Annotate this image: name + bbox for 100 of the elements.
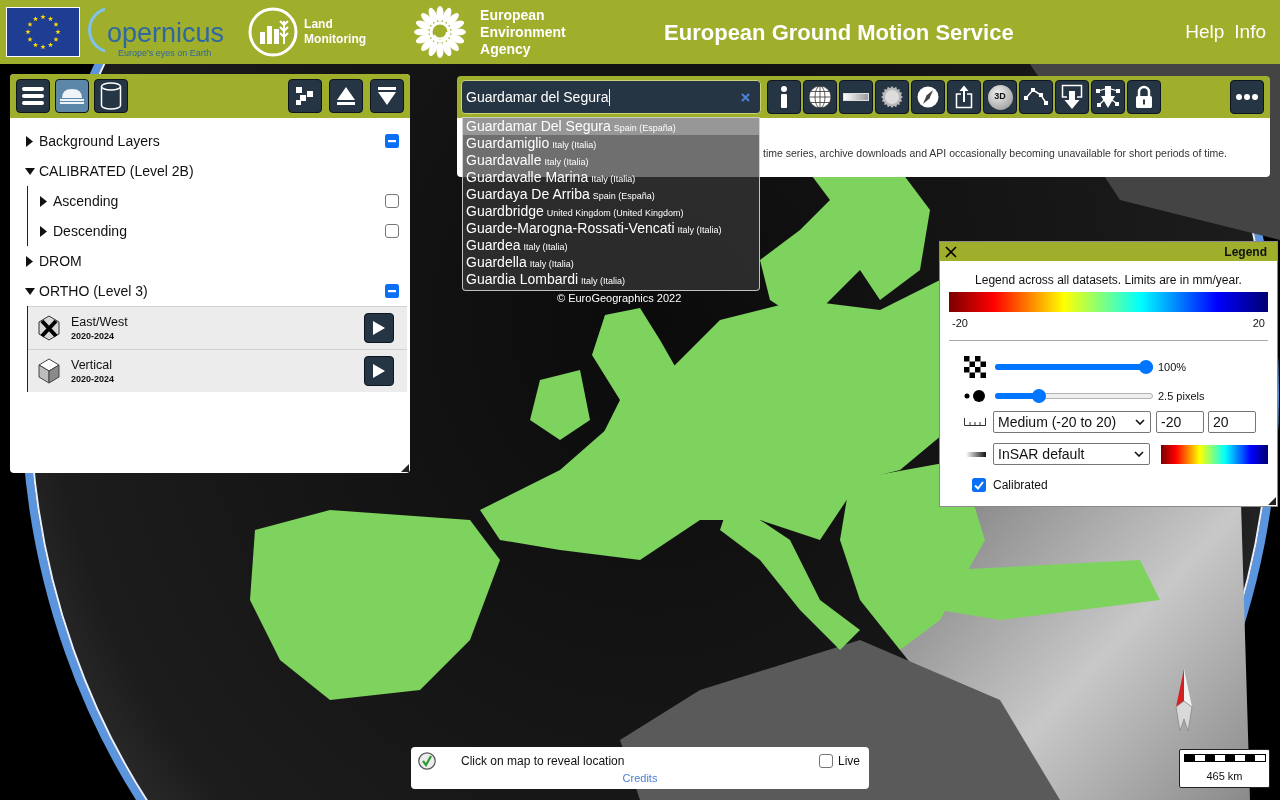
checkbox-label: Live [838, 752, 860, 770]
logo-text: Land Monitoring [304, 17, 368, 47]
slider-reading: 100% [1158, 359, 1187, 375]
slider-reading: 2.5 pixels [1158, 388, 1205, 404]
play-button[interactable] [364, 313, 394, 343]
info-icon [780, 86, 788, 108]
checkbox[interactable] [385, 284, 399, 298]
dataset-name: Vertical [71, 357, 113, 373]
more-icon [1236, 94, 1258, 100]
checkbox[interactable] [385, 224, 399, 238]
dataset-name: East/West [71, 314, 128, 330]
color-ramp-icon [1161, 444, 1268, 464]
menu-icon [22, 87, 44, 105]
dataset-row[interactable]: Vertical 2020-2024 [28, 349, 407, 392]
download-icon [1061, 84, 1083, 110]
legend-title: Legend [1224, 243, 1267, 261]
globe-icon [808, 85, 832, 109]
sunburst-icon [881, 86, 903, 108]
info-button[interactable] [767, 80, 801, 114]
chevron-down-icon [1134, 451, 1145, 457]
crescent-logo-icon [88, 6, 106, 54]
play-icon [373, 321, 385, 335]
caret-right-icon[interactable] [40, 195, 47, 207]
layer-group-label[interactable]: Background Layers [39, 130, 160, 152]
caret-down-icon[interactable] [24, 167, 35, 175]
bars-circle-logo-icon [248, 7, 299, 57]
suggestion-item[interactable]: Guardia Lombardi Italy (Italia) [463, 271, 759, 288]
slider-thumb[interactable] [1139, 360, 1153, 374]
palette-select[interactable]: InSAR default [993, 443, 1151, 465]
caret-right-icon[interactable] [26, 255, 33, 267]
checkerboard-icon [964, 356, 986, 378]
clear-icon[interactable] [741, 92, 750, 102]
logo-text: European Environment Agency [480, 6, 567, 58]
download-button[interactable] [1055, 80, 1089, 114]
cylinder-button[interactable] [94, 79, 128, 113]
opacity-slider[interactable] [995, 360, 1153, 374]
resize-grip-icon[interactable] [401, 464, 409, 472]
checkbox[interactable] [385, 194, 399, 208]
scale-label: 465 km [1206, 770, 1243, 783]
arrow-nodes-button[interactable] [1091, 80, 1125, 114]
dataset-period: 2020-2024 [71, 330, 116, 342]
range-select[interactable]: Medium (-20 to 20) [993, 411, 1151, 433]
cube-cross-icon [38, 315, 60, 341]
lock-button[interactable] [1127, 80, 1161, 114]
eject-up-icon [336, 86, 356, 106]
logo-wordmark: opernicus [107, 18, 225, 48]
checkbox[interactable] [819, 753, 833, 768]
chevron-down-icon [1135, 419, 1145, 425]
upload-icon [955, 85, 973, 109]
play-icon [373, 364, 385, 378]
layer-group-label[interactable]: DROM [39, 250, 82, 272]
suggestion-item[interactable]: Guarde-Marogna-Rossati-Vencati Italy (Italia) [463, 220, 759, 237]
sunburst-button[interactable] [875, 80, 909, 114]
upload-button[interactable] [947, 80, 981, 114]
menu-button[interactable] [16, 79, 50, 113]
checkbox[interactable] [385, 134, 399, 148]
suggestion-item[interactable]: Guardea Italy (Italia) [463, 237, 759, 254]
move-down-button[interactable] [370, 79, 404, 113]
suggestion-item[interactable]: Guardbridge United Kingdom (United Kingdom) [463, 203, 759, 220]
dot-size-icon [964, 390, 986, 402]
3d-button[interactable]: 3D [983, 80, 1017, 114]
globe-button[interactable] [803, 80, 837, 114]
suggestion-item[interactable]: Guardamiglio Italy (Italia) [463, 135, 759, 152]
more-button[interactable] [1230, 80, 1264, 114]
caret-down-icon[interactable] [24, 287, 35, 295]
move-up-button[interactable] [329, 79, 363, 113]
suggestion-item[interactable]: Guardaya De Arriba Spain (España) [463, 186, 759, 203]
close-icon[interactable] [945, 245, 957, 258]
suggestion-item[interactable]: Guardavalle Marina Italy (Italia) [463, 169, 759, 186]
play-button[interactable] [364, 356, 394, 386]
attribution-text: © EuroGeographics 2022 [557, 292, 682, 305]
suggestion-item[interactable]: Guardavalle Italy (Italia) [463, 152, 759, 169]
checkbox[interactable] [972, 478, 986, 492]
scale-min-label: -20 [952, 317, 968, 330]
layer-group-label[interactable]: ORTHO (Level 3) [39, 280, 148, 302]
polyline-button[interactable] [1019, 80, 1053, 114]
layer-group-label[interactable]: CALIBRATED (Level 2B) [39, 160, 194, 182]
size-slider[interactable] [995, 389, 1153, 403]
caret-right-icon[interactable] [40, 225, 47, 237]
layers-button[interactable] [55, 79, 89, 113]
squares-button[interactable] [288, 79, 322, 113]
dataset-row[interactable]: East/West 2020-2024 [28, 306, 407, 349]
layer-group-label[interactable]: Descending [53, 220, 127, 242]
credits-link[interactable]: Credits [622, 771, 658, 785]
min-input[interactable]: -20 [1156, 411, 1204, 433]
gradient-bar-icon [843, 93, 869, 101]
slider-thumb[interactable] [1032, 389, 1047, 403]
resize-grip-icon[interactable] [1268, 497, 1276, 505]
caret-right-icon[interactable] [26, 135, 33, 147]
cube-icon [38, 358, 60, 384]
suggestion-item[interactable]: Guardella Italy (Italia) [463, 254, 759, 271]
north-arrow-icon [1174, 669, 1194, 733]
compass-button[interactable] [911, 80, 945, 114]
sunflower-logo-icon [414, 5, 467, 59]
gradient-bar-button[interactable] [839, 80, 873, 114]
layer-group-label[interactable]: Ascending [53, 190, 119, 212]
search-field[interactable]: Guardamar del Segura [461, 80, 761, 114]
max-input[interactable]: 20 [1208, 411, 1256, 433]
app-title: European Ground Motion Service [664, 18, 1014, 47]
dome-stack-icon [60, 88, 84, 104]
